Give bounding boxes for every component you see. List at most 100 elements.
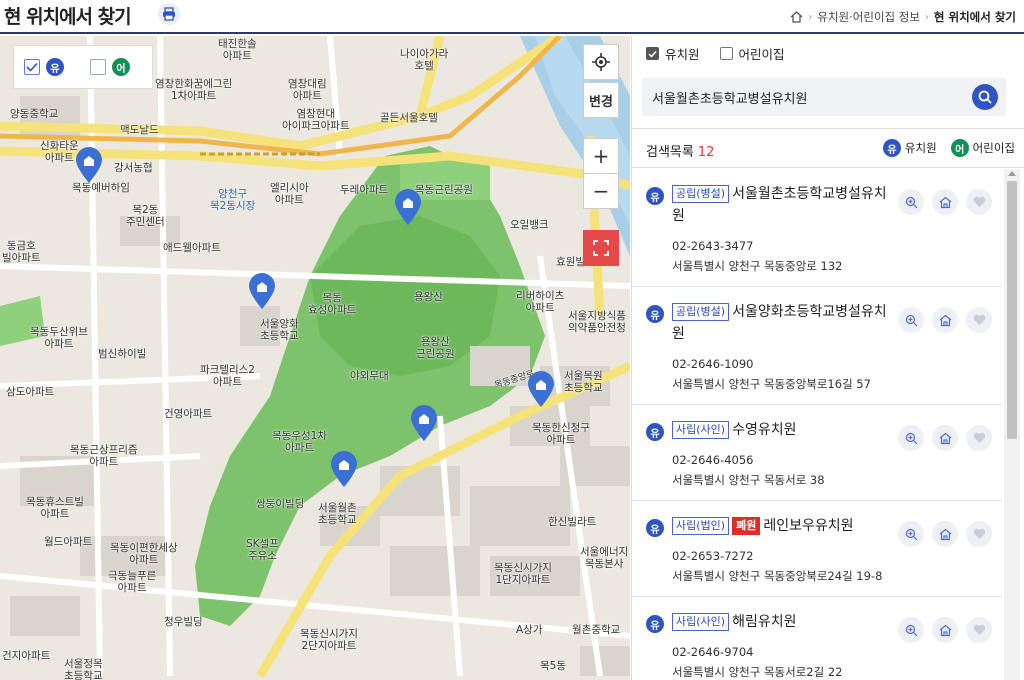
zoom-icon	[905, 432, 917, 444]
map-label: 서울에너지 목동본사	[580, 546, 629, 570]
check-icon	[648, 50, 657, 58]
fullscreen-button[interactable]	[583, 230, 619, 266]
pin-icon[interactable]	[329, 450, 359, 488]
facility-name[interactable]: 수영유치원	[732, 422, 796, 438]
map-label: 목동휴스트빌 아파트	[26, 496, 84, 520]
facility-name[interactable]: 해림유치원	[732, 614, 796, 630]
map-label: 건영아파트	[164, 408, 213, 420]
zoom-to-button[interactable]	[898, 617, 924, 643]
list-item[interactable]: 유 공립(병설) 서울월촌초등학교병설유치원 02-2643-3477 서울특별시…	[632, 169, 1002, 287]
fullscreen-icon	[593, 240, 609, 256]
item-actions	[898, 521, 992, 547]
eo-layer-checkbox[interactable]	[90, 59, 106, 75]
breadcrumb-item[interactable]: 유치원·어린이집 정보	[817, 9, 920, 25]
zoom-to-button[interactable]	[898, 307, 924, 333]
map-label: 신화타운 아파트	[40, 140, 79, 164]
chevron-right-icon: ›	[924, 11, 929, 23]
pin-icon[interactable]	[393, 188, 423, 226]
map-label: 리버하이츠 아파트	[516, 290, 565, 314]
zoom-to-button[interactable]	[898, 521, 924, 547]
map-label: 범신하이빌	[98, 348, 147, 360]
map-label: 서울목원 초등학교	[564, 370, 603, 394]
map-label: 양천구 목2동시장	[210, 188, 256, 212]
list-title: 검색목록 12	[646, 141, 714, 160]
map-label: 나이아가라 호텔	[400, 48, 449, 72]
house-icon	[939, 624, 951, 636]
facility-name[interactable]: 레인보우유치원	[763, 518, 853, 534]
facility-type-tag: 공립(병설)	[672, 303, 730, 321]
zoom-to-button[interactable]	[898, 189, 924, 215]
kindergarten-checkbox[interactable]	[646, 47, 659, 60]
location-icon	[592, 53, 610, 71]
scrollbar-thumb[interactable]	[1007, 181, 1017, 439]
favorite-button[interactable]	[966, 617, 992, 643]
zoom-in-button[interactable]: +	[583, 138, 619, 174]
heart-icon	[973, 624, 985, 635]
print-button[interactable]	[158, 3, 180, 25]
facility-name-line[interactable]: 사립(사인) 해림유치원	[672, 611, 892, 633]
map-label: 효원빌	[556, 256, 585, 268]
page-header: 현 위치에서 찾기 › 유치원·어린이집 정보 › 현 위치에서 찾기	[0, 0, 1024, 34]
map-label: 목5동	[540, 660, 567, 672]
facility-address: 서울특별시 양천구 목동서로 38	[672, 473, 825, 487]
heart-icon	[973, 528, 985, 539]
facility-address: 서울특별시 양천구 목동중앙로 132	[672, 259, 843, 273]
breadcrumb: › 유치원·어린이집 정보 › 현 위치에서 찾기	[790, 9, 1016, 25]
list-label: 검색목록	[646, 145, 694, 160]
check-icon	[26, 62, 38, 72]
detail-button[interactable]	[932, 189, 958, 215]
change-button[interactable]: 변경	[583, 82, 619, 118]
pin-icon[interactable]	[409, 404, 439, 442]
list-scrollbar[interactable]	[1004, 169, 1020, 680]
home-icon[interactable]	[790, 11, 803, 23]
daycare-badge: 어	[950, 139, 969, 157]
map-label: 애드웰아파트	[163, 242, 221, 254]
pin-icon[interactable]	[526, 370, 556, 408]
detail-button[interactable]	[932, 425, 958, 451]
facility-name-line[interactable]: 사립(사인) 수영유치원	[672, 419, 892, 441]
list-item[interactable]: 유 사립(사인) 수영유치원 02-2646-4056 서울특별시 양천구 목동서…	[632, 405, 1002, 501]
yu-layer-checkbox[interactable]	[24, 59, 40, 75]
zoom-to-button[interactable]	[898, 425, 924, 451]
facility-name-line[interactable]: 공립(병설) 서울월촌초등학교병설유치원	[672, 183, 892, 227]
favorite-button[interactable]	[966, 189, 992, 215]
favorite-button[interactable]	[966, 425, 992, 451]
zoom-icon	[905, 196, 917, 208]
print-icon	[163, 7, 175, 21]
facility-type-tag: 사립(법인)	[672, 517, 730, 535]
scroll-up-icon[interactable]	[1008, 171, 1016, 176]
list-item[interactable]: 유 사립(법인) 폐원 레인보우유치원 02-2653-7272 서울특별시 양천구…	[632, 501, 1002, 597]
pin-icon[interactable]	[247, 272, 277, 310]
page-title: 현 위치에서 찾기	[4, 6, 132, 28]
facility-name-line[interactable]: 사립(법인) 폐원 레인보우유치원	[672, 515, 892, 537]
detail-button[interactable]	[932, 617, 958, 643]
result-panel: 유치원 어린이집 검색목록12 유 유치원 어 어린이집 유	[631, 36, 1024, 680]
kindergarten-badge: 유	[646, 305, 664, 323]
daycare-checkbox[interactable]	[719, 47, 733, 60]
detail-button[interactable]	[932, 521, 958, 547]
kindergarten-badge: 유	[646, 615, 664, 633]
my-location-button[interactable]	[583, 44, 619, 80]
search-input[interactable]	[652, 86, 962, 108]
list-item[interactable]: 유 사립(사인) 해림유치원 02-2646-9704 서울특별시 양천구 목동서…	[632, 597, 1002, 680]
map-label: 삼도아파트	[6, 386, 55, 398]
map-label: 동금호 빌아파트	[2, 240, 41, 264]
daycare-filter-label[interactable]: 어린이집	[739, 44, 785, 63]
kindergarten-filter-label[interactable]: 유치원	[665, 44, 700, 63]
chevron-right-icon: ›	[808, 11, 813, 23]
search-button[interactable]	[972, 84, 998, 110]
zoom-out-button[interactable]: −	[583, 173, 619, 209]
result-list[interactable]: 유 공립(병설) 서울월촌초등학교병설유치원 02-2643-3477 서울특별시…	[632, 169, 1002, 680]
map-label: 용왕산	[414, 291, 443, 303]
list-header: 검색목록 12 유 유치원 어 어린이집	[632, 128, 1024, 168]
favorite-button[interactable]	[966, 307, 992, 333]
facility-address: 서울특별시 양천구 목동서로2길 22	[672, 665, 843, 679]
list-item[interactable]: 유 공립(병설) 서울양화초등학교병설유치원 02-2646-1090 서울특별시…	[632, 287, 1002, 405]
facility-name-line[interactable]: 공립(병설) 서울양화초등학교병설유치원	[672, 301, 892, 345]
facility-address: 서울특별시 양천구 목동중앙북로16길 57	[672, 377, 871, 391]
detail-button[interactable]	[932, 307, 958, 333]
map-view[interactable]: 태진한솔 아파트 나이아가라 호텔 염창한화꿈에그린 1차아파트 염창대림 아파…	[0, 36, 630, 680]
favorite-button[interactable]	[966, 521, 992, 547]
pin-icon[interactable]	[74, 146, 104, 184]
map-label: 목동신시가지 1단지아파트	[494, 562, 552, 586]
